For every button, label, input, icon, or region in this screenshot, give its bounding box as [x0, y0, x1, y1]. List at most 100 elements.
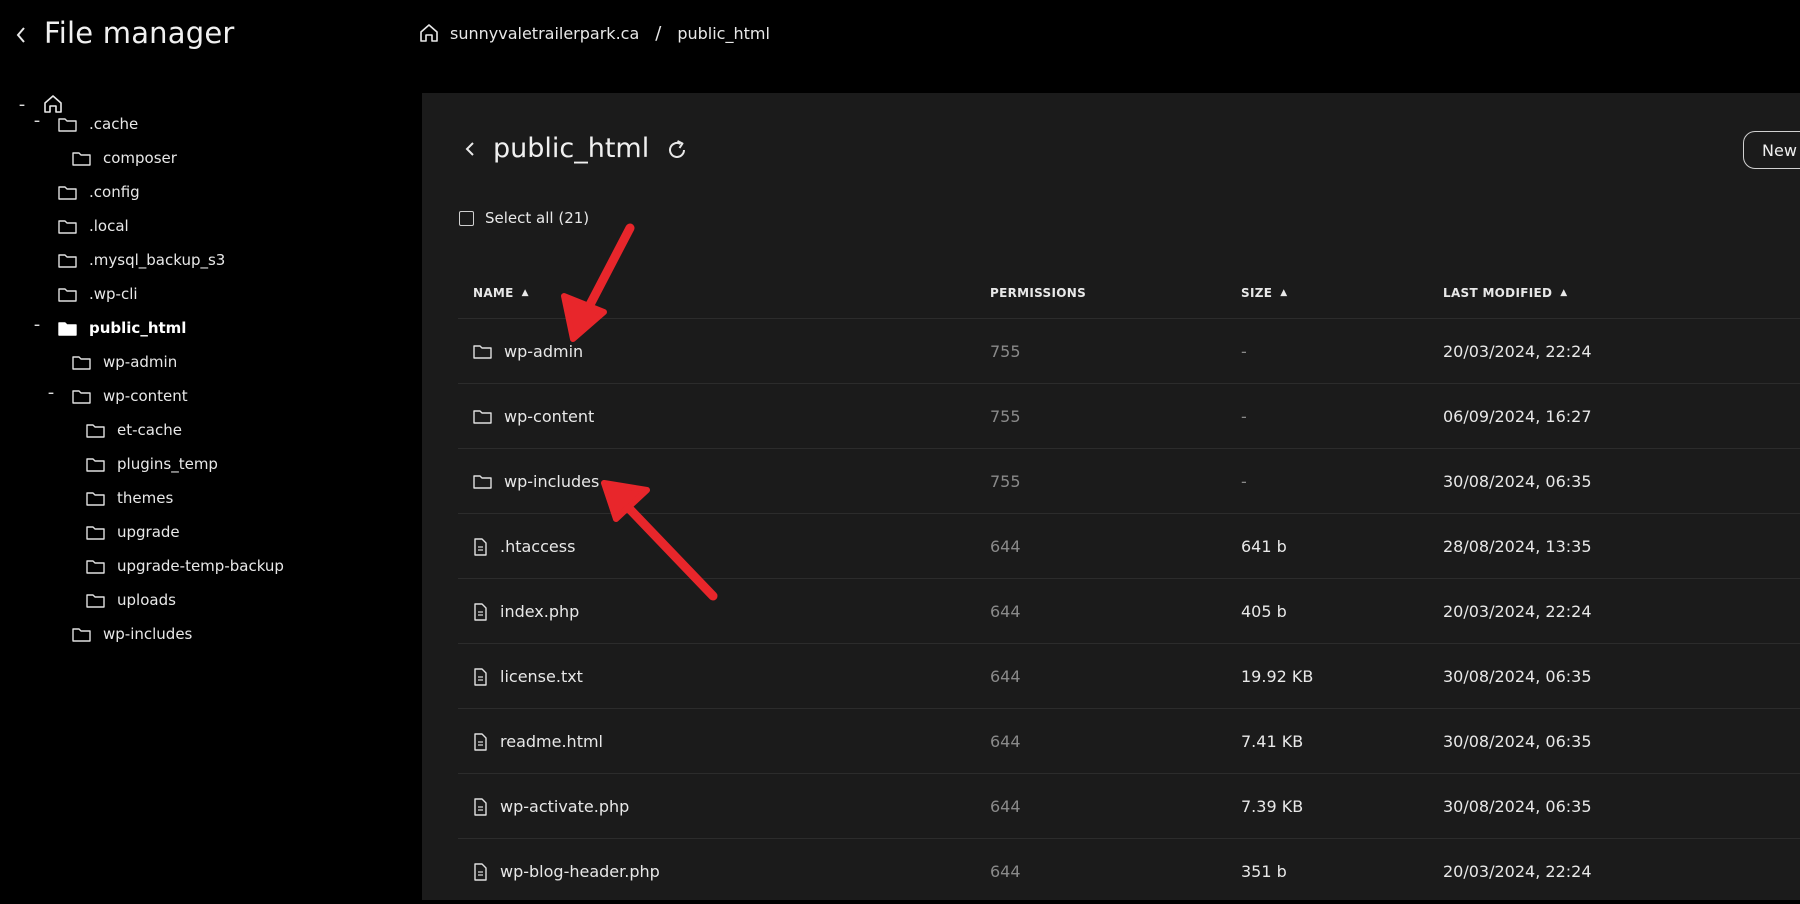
table-row[interactable]: .htaccess 644 641 b 28/08/2024, 13:35	[458, 513, 1800, 579]
column-header-last-modified[interactable]: LAST MODIFIED ▲	[1443, 286, 1567, 300]
file-name-cell[interactable]: wp-content	[473, 384, 594, 449]
file-name-cell[interactable]: wp-includes	[473, 449, 599, 514]
folder-icon	[58, 219, 77, 234]
size-cell: 7.39 KB	[1241, 797, 1304, 816]
sidebar-item-upgrade[interactable]: upgrade	[86, 518, 180, 546]
collapse-toggle-cache[interactable]: -	[30, 110, 44, 131]
sidebar-item-label: wp-admin	[103, 353, 178, 371]
breadcrumb: sunnyvaletrailerpark.ca / public_html	[418, 22, 770, 44]
sidebar-item-label: public_html	[89, 319, 187, 337]
table-row[interactable]: wp-blog-header.php 644 351 b 20/03/2024, 22…	[458, 838, 1800, 904]
panel-back-button[interactable]	[460, 137, 480, 161]
file-icon	[474, 602, 487, 621]
home-icon[interactable]	[418, 22, 440, 44]
sidebar-item-label: upgrade	[117, 523, 180, 541]
folder-icon	[72, 151, 91, 166]
folder-icon	[86, 559, 105, 574]
file-name: .htaccess	[500, 537, 576, 556]
permissions-cell: 644	[990, 797, 1021, 816]
folder-icon	[72, 389, 91, 404]
permissions-cell: 644	[990, 732, 1021, 751]
column-size-label: SIZE	[1241, 286, 1273, 300]
root-collapse-toggle[interactable]: -	[15, 94, 29, 115]
table-row[interactable]: wp-activate.php 644 7.39 KB 30/08/2024, 06:…	[458, 773, 1800, 839]
folder-icon	[58, 253, 77, 268]
sidebar-item-themes[interactable]: themes	[86, 484, 173, 512]
table-row[interactable]: wp-includes 755 - 30/08/2024, 06:35	[458, 448, 1800, 514]
sort-asc-icon: ▲	[1560, 288, 1568, 298]
sidebar-item-local[interactable]: .local	[58, 212, 129, 240]
size-cell: 7.41 KB	[1241, 732, 1304, 751]
sidebar-item-wp-cli[interactable]: .wp-cli	[58, 280, 138, 308]
column-header-permissions[interactable]: PERMISSIONS	[990, 286, 1086, 300]
file-name: license.txt	[500, 667, 583, 686]
table-row[interactable]: wp-admin 755 - 20/03/2024, 22:24	[458, 318, 1800, 384]
sidebar-item-composer[interactable]: composer	[72, 144, 177, 172]
sort-asc-icon: ▲	[1280, 288, 1288, 298]
file-name: index.php	[500, 602, 580, 621]
folder-icon	[58, 287, 77, 302]
collapse-toggle-wp-content[interactable]: -	[44, 382, 58, 403]
modified-cell: 20/03/2024, 22:24	[1443, 342, 1592, 361]
sidebar-item-uploads[interactable]: uploads	[86, 586, 176, 614]
modified-cell: 30/08/2024, 06:35	[1443, 472, 1592, 491]
sidebar-item-plugins-temp[interactable]: plugins_temp	[86, 450, 218, 478]
size-cell: -	[1241, 342, 1247, 361]
permissions-cell: 644	[990, 602, 1021, 621]
folder-icon	[86, 423, 105, 438]
sidebar-item-wp-includes[interactable]: wp-includes	[72, 620, 192, 648]
file-icon	[474, 732, 487, 751]
sidebar-item-label: .wp-cli	[89, 285, 138, 303]
folder-icon	[86, 457, 105, 472]
file-name-cell[interactable]: wp-activate.php	[473, 774, 629, 839]
file-name-cell[interactable]: index.php	[473, 579, 579, 644]
file-name-cell[interactable]: wp-admin	[473, 319, 583, 384]
sidebar-item-label: .local	[89, 217, 129, 235]
table-row[interactable]: wp-content 755 - 06/09/2024, 16:27	[458, 383, 1800, 449]
column-modified-label: LAST MODIFIED	[1443, 286, 1553, 300]
checkbox[interactable]	[459, 210, 474, 226]
file-name-cell[interactable]: .htaccess	[473, 514, 575, 579]
file-name-cell[interactable]: license.txt	[473, 644, 583, 709]
back-button[interactable]	[10, 22, 32, 48]
refresh-icon[interactable]	[664, 137, 690, 163]
folder-icon	[58, 117, 77, 132]
file-name-cell[interactable]: readme.html	[473, 709, 603, 774]
sidebar-item-label: themes	[117, 489, 174, 507]
permissions-cell: 755	[990, 407, 1021, 426]
table-row[interactable]: index.php 644 405 b 20/03/2024, 22:24	[458, 578, 1800, 644]
sidebar-item-wp-content[interactable]: wp-content	[72, 382, 188, 410]
select-all-checkbox[interactable]: Select all (21)	[459, 209, 589, 227]
sort-asc-icon: ▲	[521, 288, 529, 298]
size-cell: -	[1241, 407, 1247, 426]
sidebar-item-config[interactable]: .config	[58, 178, 140, 206]
sidebar-item-cache[interactable]: .cache	[58, 110, 138, 138]
collapse-toggle-public-html[interactable]: -	[30, 314, 44, 335]
breadcrumb-domain[interactable]: sunnyvaletrailerpark.ca	[450, 24, 639, 43]
sidebar-item-label: composer	[103, 149, 177, 167]
sidebar-item-upgrade-temp-backup[interactable]: upgrade-temp-backup	[86, 552, 284, 580]
modified-cell: 06/09/2024, 16:27	[1443, 407, 1592, 426]
file-name: wp-blog-header.php	[500, 862, 660, 881]
breadcrumb-public-html[interactable]: public_html	[677, 24, 770, 43]
size-cell: 351 b	[1241, 862, 1287, 881]
sidebar-item-wp-admin[interactable]: wp-admin	[72, 348, 177, 376]
app-title: File manager	[44, 16, 235, 50]
sidebar-item-label: et-cache	[117, 421, 182, 439]
folder-icon	[473, 410, 492, 424]
table-row[interactable]: readme.html 644 7.41 KB 30/08/2024, 06:35	[458, 708, 1800, 774]
table-row[interactable]: license.txt 644 19.92 KB 30/08/2024, 06:35	[458, 643, 1800, 709]
file-name: readme.html	[500, 732, 603, 751]
folder-title: public_html	[493, 133, 650, 164]
file-name-cell[interactable]: wp-blog-header.php	[473, 839, 660, 904]
sidebar-item-mysql-backup-s3[interactable]: .mysql_backup_s3	[58, 246, 225, 274]
sidebar-item-et-cache[interactable]: et-cache	[86, 416, 182, 444]
breadcrumb-separator: /	[655, 22, 662, 44]
file-icon	[474, 862, 487, 881]
chevron-left-icon	[16, 27, 25, 43]
new-button[interactable]: New	[1743, 131, 1800, 169]
column-header-name[interactable]: NAME ▲	[473, 286, 529, 300]
sidebar-item-public-html[interactable]: public_html	[58, 314, 186, 342]
column-header-size[interactable]: SIZE ▲	[1241, 286, 1287, 300]
folder-icon	[86, 593, 105, 608]
